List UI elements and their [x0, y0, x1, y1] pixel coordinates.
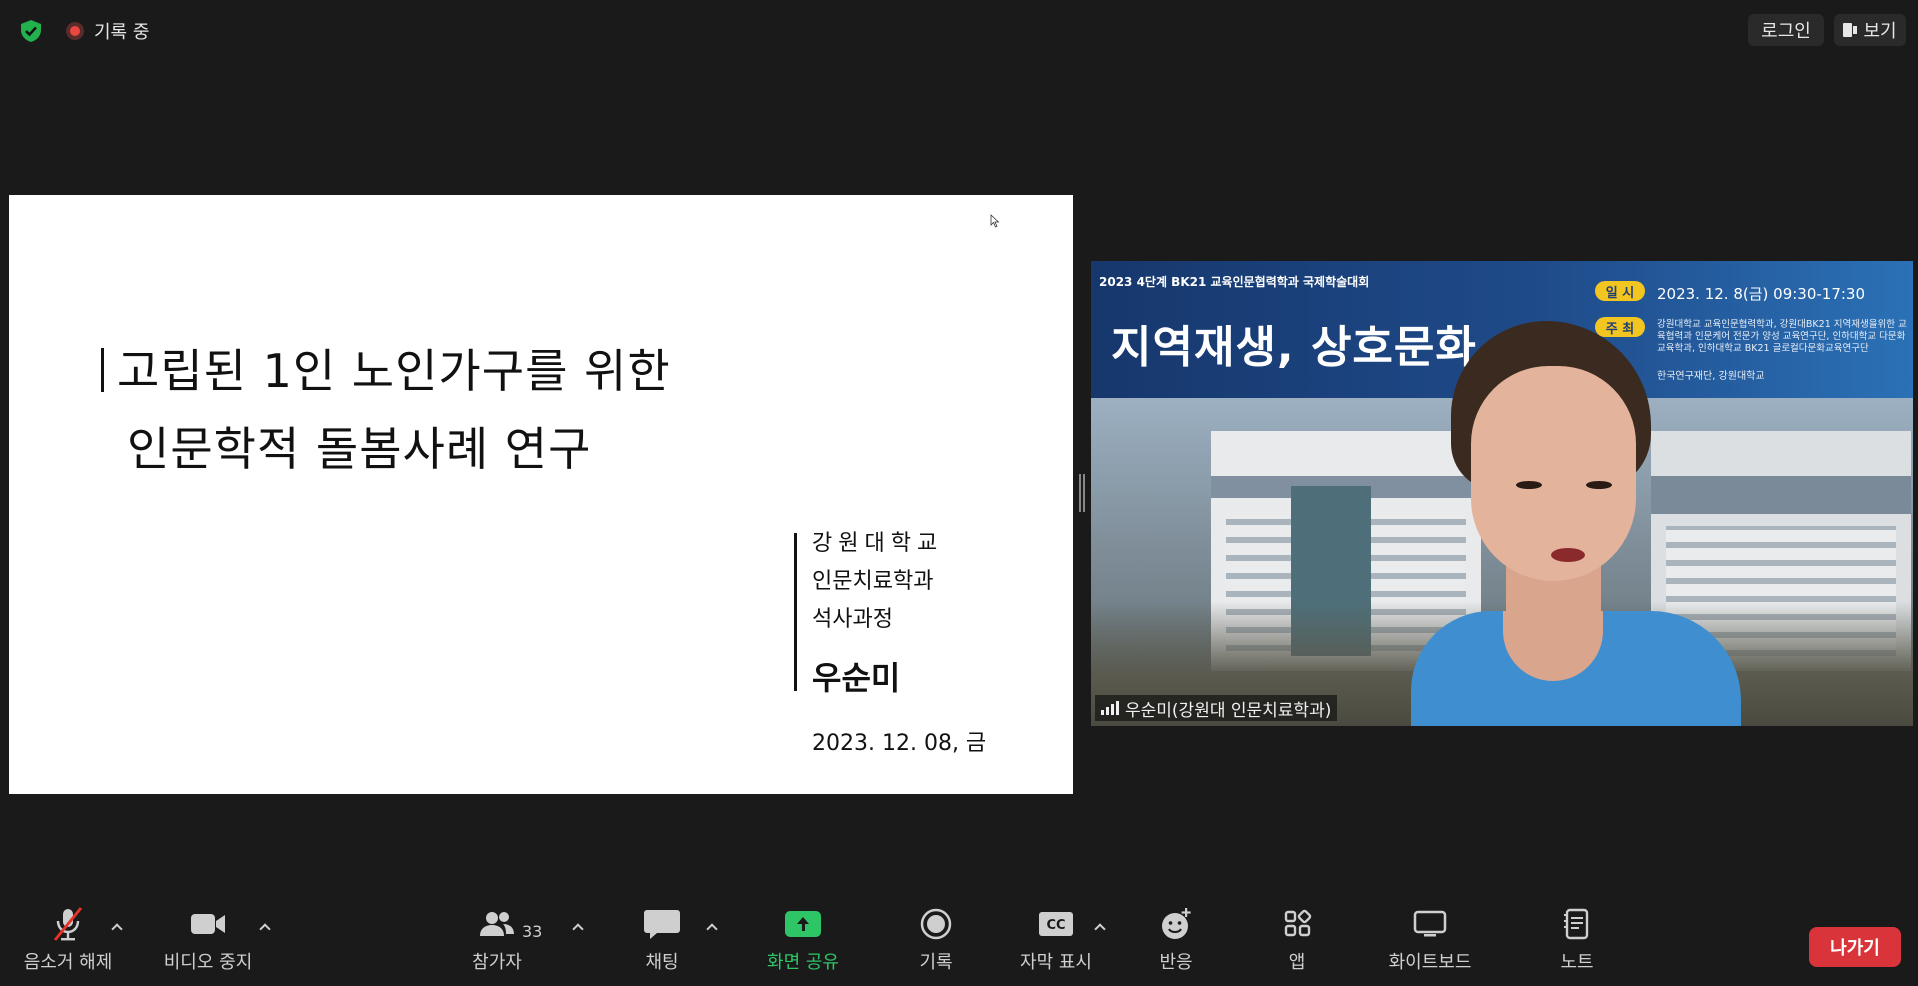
- login-label: 로그인: [1761, 21, 1811, 42]
- participants-label: 참가자: [472, 952, 522, 973]
- whiteboard-icon: [1413, 910, 1447, 937]
- presenter-name: 우순미: [812, 659, 901, 697]
- person-eye-right: [1586, 481, 1612, 489]
- unmute-button[interactable]: 음소거 해제: [8, 906, 128, 974]
- chat-label: 채팅: [645, 952, 679, 973]
- apps-button[interactable]: 앱: [1237, 906, 1357, 974]
- participant-video-tile[interactable]: 2023 4단계 BK21 교육인문협력학과 국제학술대회 지역재생, 상호문화…: [1091, 261, 1913, 726]
- show-captions-button[interactable]: CC 자막 표시: [996, 906, 1116, 974]
- apps-icon: [1284, 909, 1312, 937]
- leave-label: 나가기: [1830, 938, 1880, 959]
- share-screen-button[interactable]: 화면 공유: [743, 906, 863, 974]
- notes-label: 노트: [1560, 952, 1594, 973]
- person-face: [1471, 366, 1636, 581]
- participants-options-chevron-icon[interactable]: [572, 922, 582, 932]
- record-button[interactable]: 기록: [876, 906, 996, 974]
- slide-date: 2023. 12. 08, 금: [812, 731, 987, 756]
- view-button[interactable]: 보기: [1834, 14, 1906, 46]
- captions-options-chevron-icon[interactable]: [1094, 922, 1104, 932]
- audio-options-chevron-icon[interactable]: [111, 922, 121, 932]
- presenter-info: 강원대학교 인문치료학과 석사과정 우순미: [812, 525, 943, 699]
- whiteboard-button[interactable]: 화이트보드: [1370, 906, 1490, 974]
- slide-title: 고립된 1인 노인가구를 위한 인문학적 돌봄사례 연구: [101, 332, 671, 488]
- participant-person: [1411, 321, 1741, 726]
- participant-name: 우순미(강원대 인문치료학과): [1125, 700, 1332, 721]
- reactions-label: 반응: [1159, 952, 1193, 973]
- login-button[interactable]: 로그인: [1748, 14, 1824, 46]
- share-screen-icon: [783, 906, 823, 942]
- whiteboard-label: 화이트보드: [1388, 952, 1472, 973]
- recording-indicator[interactable]: 기록 중: [66, 18, 149, 44]
- show-captions-label: 자막 표시: [1020, 952, 1092, 973]
- apps-label: 앱: [1288, 952, 1306, 973]
- slide-title-line2: 인문학적 돌봄사례 연구: [127, 422, 592, 476]
- video-camera-icon: [191, 914, 225, 934]
- reactions-button[interactable]: 반응: [1116, 906, 1236, 974]
- slide-title-line1: 고립된 1인 노인가구를 위한: [117, 344, 671, 398]
- recording-label: 기록 중: [94, 22, 150, 43]
- mouse-cursor-icon: [990, 214, 1000, 228]
- department-label: 인문치료학과: [812, 569, 934, 594]
- person-eye-left: [1516, 481, 1542, 489]
- participant-name-tag: 우순미(강원대 인문치료학과): [1095, 695, 1338, 721]
- video-options-chevron-icon[interactable]: [259, 922, 269, 932]
- record-icon: [920, 908, 952, 940]
- chat-bubble-icon: [644, 910, 680, 939]
- record-dot-icon: [66, 22, 84, 40]
- stop-video-button[interactable]: 비디오 중지: [148, 906, 268, 974]
- shield-check-icon[interactable]: [18, 18, 44, 44]
- chat-options-chevron-icon[interactable]: [706, 922, 716, 932]
- people-icon: [480, 912, 514, 936]
- microphone-muted-icon: [53, 907, 83, 941]
- view-layout-icon: [1843, 22, 1858, 38]
- split-view-divider[interactable]: [1079, 474, 1086, 512]
- banner-subtitle: 2023 4단계 BK21 교육인문협력학과 국제학술대회: [1099, 275, 1370, 289]
- banner-date-pill: 일 시: [1595, 281, 1645, 301]
- participants-count: 33: [522, 922, 543, 941]
- unmute-label: 음소거 해제: [23, 952, 113, 973]
- cc-icon: CC: [1039, 912, 1073, 936]
- stop-video-label: 비디오 중지: [163, 952, 253, 973]
- banner-date: 2023. 12. 8(금) 09:30-17:30: [1657, 285, 1866, 303]
- info-divider: [794, 533, 797, 691]
- view-label: 보기: [1863, 21, 1897, 42]
- program-label: 석사과정: [812, 607, 893, 632]
- person-mouth: [1551, 548, 1585, 562]
- emoji-plus-icon: [1162, 908, 1191, 939]
- zoom-meeting-window: 기록 중 로그인 보기 고립된 1인 노인가구를 위한 인문학적 돌봄사례 연구…: [0, 0, 1918, 986]
- share-screen-label: 화면 공유: [767, 952, 839, 973]
- record-label: 기록: [919, 952, 953, 973]
- connection-signal-icon: [1101, 701, 1119, 715]
- notes-button[interactable]: 노트: [1517, 906, 1637, 974]
- shared-screen-slide[interactable]: 고립된 1인 노인가구를 위한 인문학적 돌봄사례 연구 강원대학교 인문치료학…: [9, 195, 1073, 794]
- university-label: 강원대학교: [812, 531, 944, 556]
- notes-icon: [1564, 908, 1589, 940]
- svg-text:CC: CC: [1046, 918, 1065, 933]
- leave-button[interactable]: 나가기: [1809, 927, 1901, 967]
- chat-button[interactable]: 채팅: [602, 906, 722, 974]
